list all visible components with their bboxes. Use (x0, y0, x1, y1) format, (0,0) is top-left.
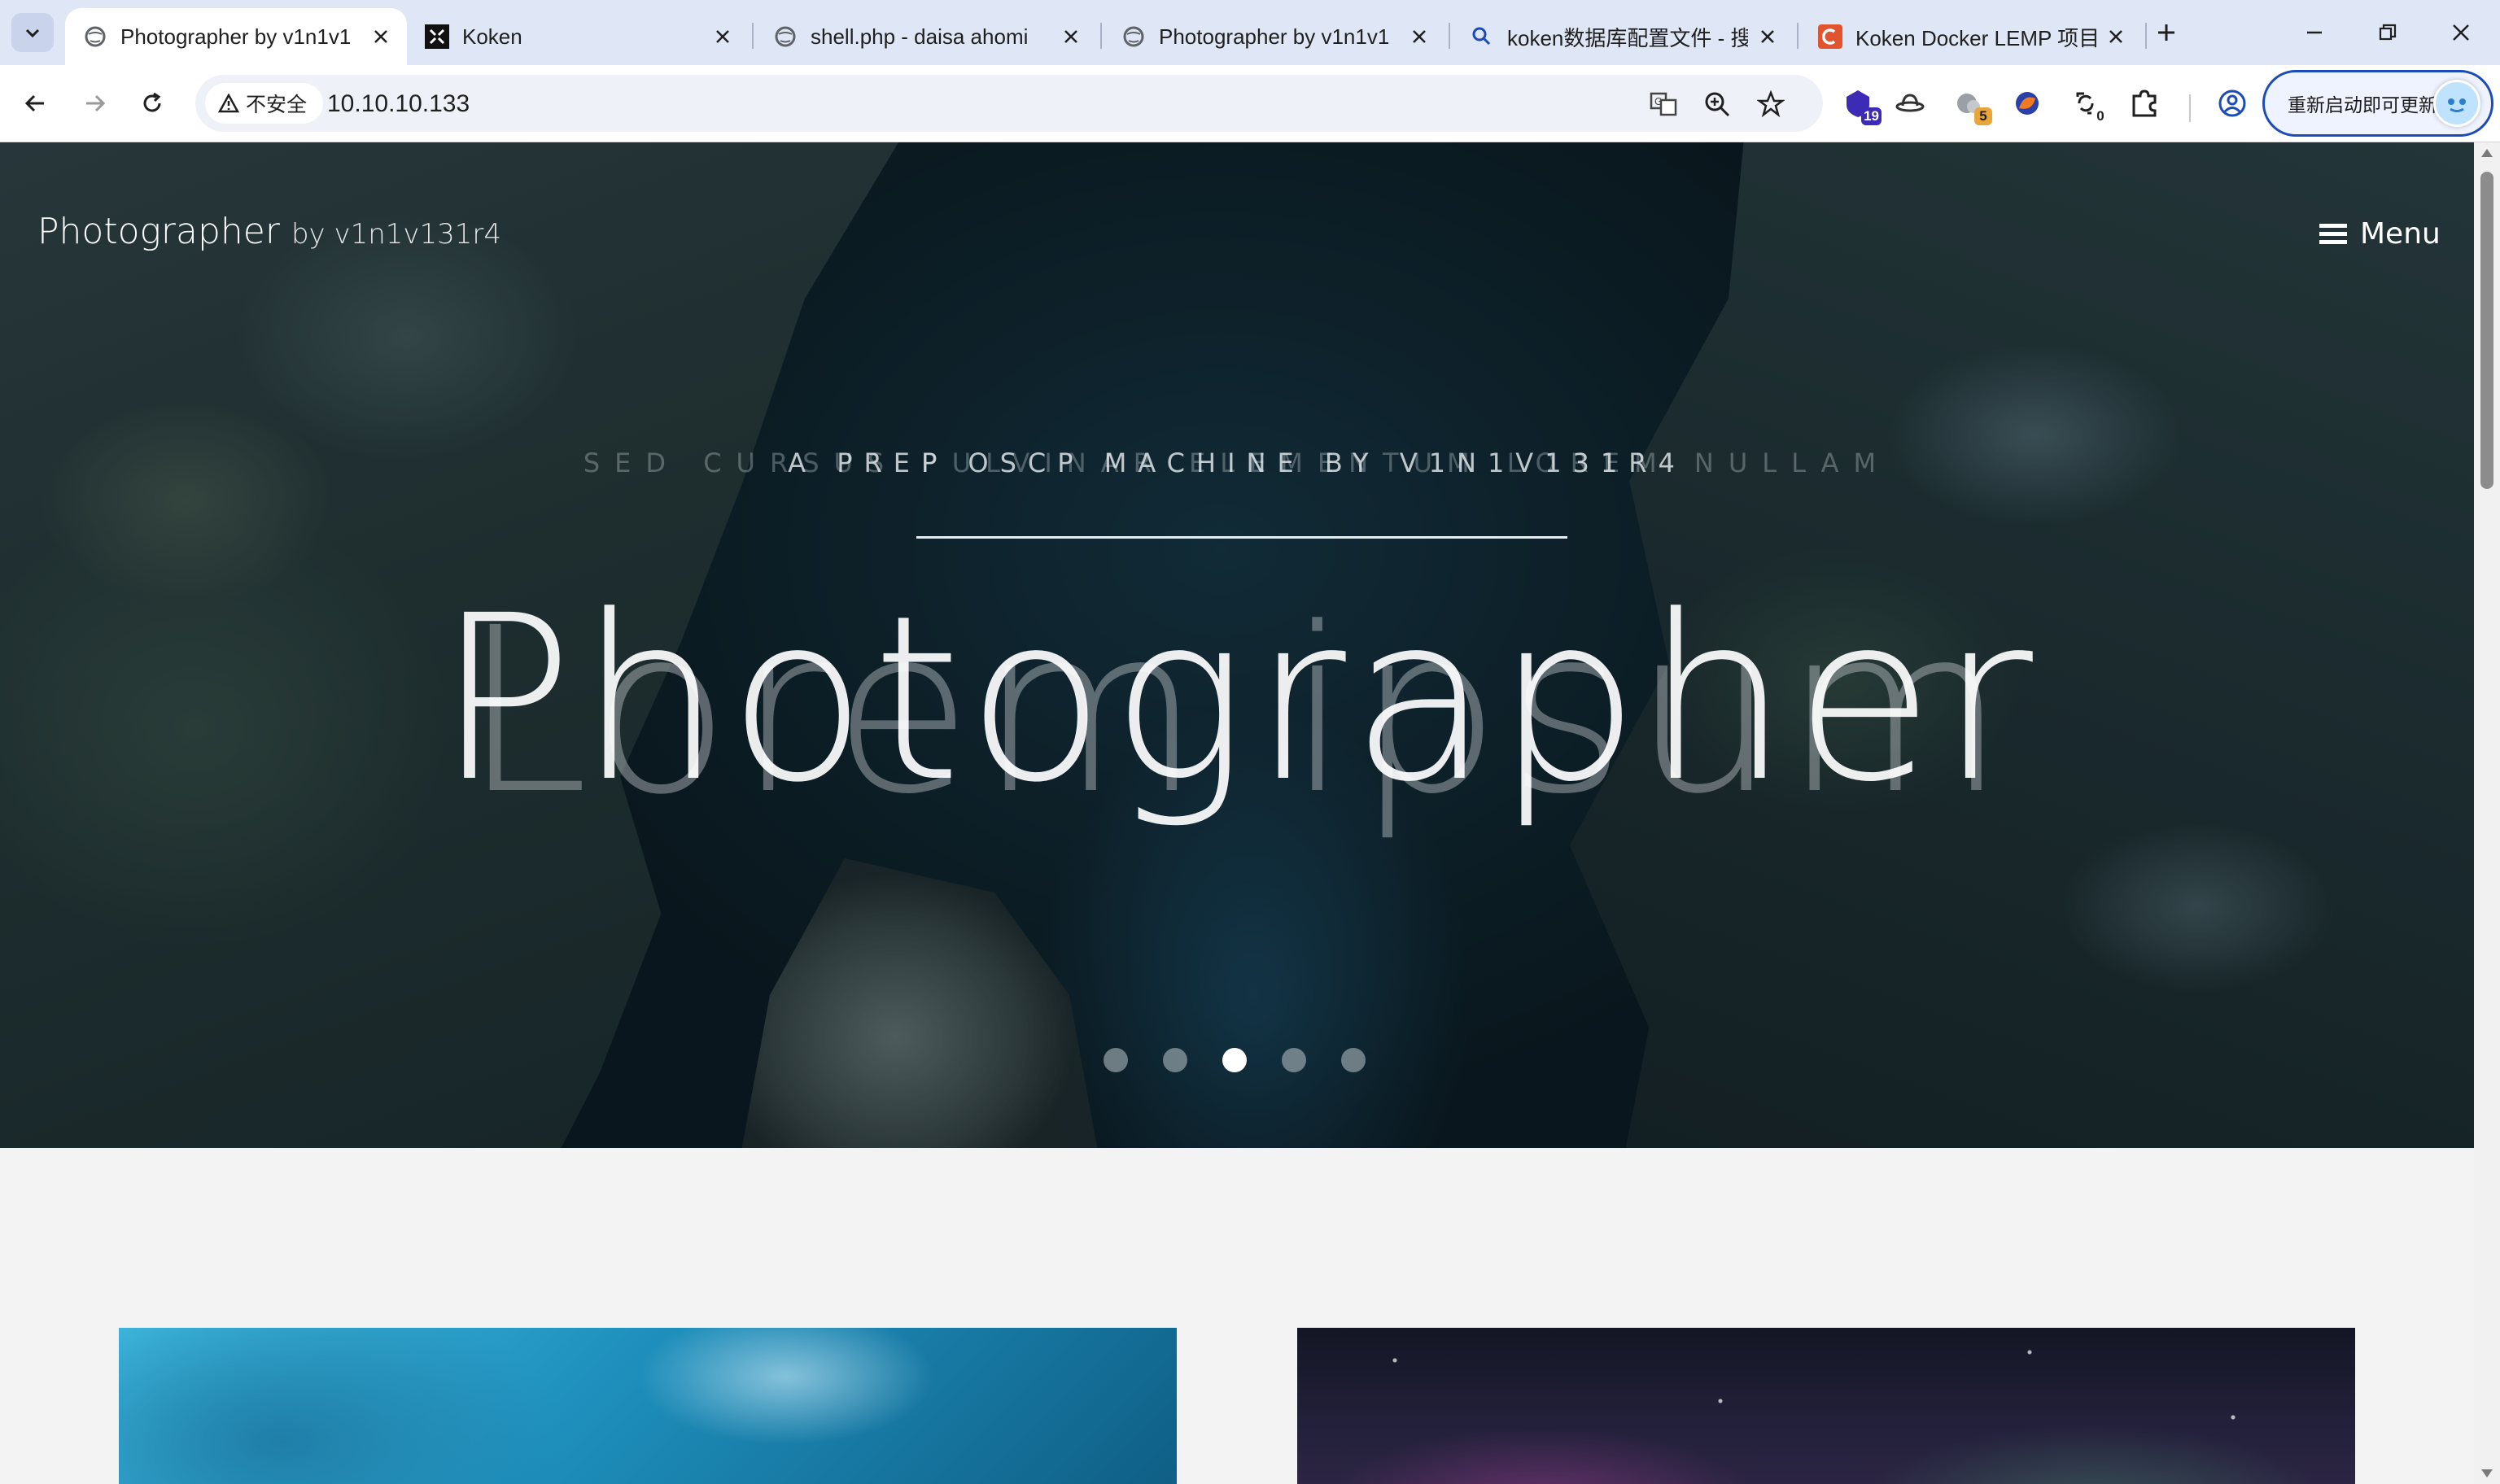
slider-dot-active[interactable] (1222, 1048, 1247, 1072)
close-icon[interactable] (369, 25, 392, 48)
tab-title: Koken Docker LEMP 项目 (1855, 25, 2096, 50)
extension-badge: 0 (2091, 107, 2109, 125)
scroll-down-arrow-icon[interactable] (2481, 1469, 2493, 1477)
hero-slider: Photographer by v1n1v131r4 Menu SED CURS… (0, 142, 2474, 1148)
zoom-icon[interactable] (1702, 89, 1732, 119)
scroll-up-arrow-icon[interactable] (2481, 149, 2493, 157)
hamburger-icon (2319, 222, 2347, 247)
hero-divider (916, 536, 1567, 539)
tab-photographer-active[interactable]: Photographer by v1n1v1 (65, 8, 407, 65)
address-bar[interactable]: 不安全 10.10.10.133 G (195, 75, 1823, 132)
bookmark-star-icon[interactable] (1756, 89, 1785, 119)
site-author: by v1n1v131r4 (291, 218, 502, 251)
globe-icon (83, 24, 107, 49)
restore-icon (2379, 24, 2397, 41)
tab-title: shell.php - daisa ahomi (811, 24, 1029, 49)
close-icon[interactable] (1408, 25, 1431, 48)
slider-dot[interactable] (1104, 1048, 1128, 1072)
tab-title: koken数据库配置文件 - 搜 (1507, 25, 1748, 50)
scroll-thumb[interactable] (2480, 172, 2493, 489)
menu-label: Menu (2360, 217, 2441, 251)
site-title-link[interactable]: Photographer by v1n1v131r4 (37, 211, 501, 252)
tab-separator (1100, 23, 1102, 49)
hat-extension-icon[interactable] (1891, 85, 1929, 122)
gallery-image-aurora[interactable] (1297, 1328, 2355, 1484)
slider-pagination (1104, 1048, 1401, 1072)
tab-photographer[interactable]: Photographer by v1n1v1 (1104, 8, 1445, 65)
tab-separator (1449, 23, 1450, 49)
forward-arrow-icon (86, 94, 106, 112)
tab-separator (752, 23, 754, 49)
url-text[interactable]: 10.10.10.133 (327, 90, 470, 118)
c-logo-icon (1818, 24, 1842, 49)
reload-button[interactable] (132, 83, 173, 124)
profile-icon[interactable] (2214, 85, 2251, 122)
puzzle-extensions-icon[interactable] (2126, 85, 2163, 122)
browser-toolbar: 不安全 10.10.10.133 G 19 5 0 重新启动即可更新 (0, 65, 2500, 142)
gallery-image-ice[interactable] (119, 1328, 1177, 1484)
sync-extension-icon[interactable]: 0 (2067, 85, 2109, 125)
hero-headline: Photographer (435, 567, 2038, 832)
tab-search-button[interactable] (11, 13, 54, 52)
translate-icon[interactable]: G (1649, 89, 1678, 119)
tab-shell[interactable]: shell.php - daisa ahomi (755, 8, 1097, 65)
close-icon[interactable] (1060, 25, 1082, 48)
tab-strip: Photographer by v1n1v1 Koken shell.php -… (0, 0, 2500, 65)
tab-separator (2145, 23, 2147, 49)
tab-koken[interactable]: Koken (407, 8, 749, 65)
globe-icon (773, 24, 798, 49)
koken-icon (425, 24, 449, 49)
slider-dot[interactable] (1282, 1048, 1306, 1072)
site-title: Photographer (37, 211, 280, 252)
hero-kicker: A PREP OSCP MACHINE BY V1N1V131R4 (788, 447, 1686, 478)
slider-dot[interactable] (1163, 1048, 1187, 1072)
back-arrow-icon (24, 94, 44, 112)
minimize-icon (2307, 31, 2322, 34)
cloud-extension-icon[interactable]: 5 (1950, 85, 1992, 125)
toolbar-divider (2189, 94, 2191, 122)
menu-button[interactable]: Menu (2319, 217, 2441, 251)
close-icon[interactable] (711, 25, 734, 48)
svg-text:G: G (1654, 96, 1662, 107)
close-icon (2453, 24, 2469, 41)
extension-badge: 5 (1974, 107, 1992, 125)
plus-icon (2158, 24, 2174, 41)
security-label: 不安全 (246, 94, 308, 116)
close-window-button[interactable] (2424, 8, 2498, 57)
security-chip[interactable]: 不安全 (205, 83, 324, 124)
tab-koken-docker[interactable]: Koken Docker LEMP 项目 (1800, 8, 2142, 65)
fox-extension-icon[interactable] (2008, 85, 2046, 122)
restore-button[interactable] (2350, 8, 2425, 57)
update-label: 重新启动即可更新 (2288, 94, 2437, 116)
page-scrollbar[interactable] (2474, 142, 2500, 1484)
close-icon[interactable] (2104, 25, 2127, 48)
tab-title: Photographer by v1n1v1 (1159, 24, 1390, 49)
shield-extension-icon[interactable]: 19 (1839, 85, 1882, 125)
back-button[interactable] (15, 83, 55, 124)
new-tab-button[interactable] (2148, 15, 2184, 50)
warning-icon (218, 94, 239, 113)
reload-icon (143, 92, 161, 112)
tab-search-koken[interactable]: koken数据库配置文件 - 搜 (1452, 8, 1794, 65)
extension-badge: 19 (1861, 107, 1882, 125)
tab-title: Koken (462, 24, 522, 49)
tab-title: Photographer by v1n1v1 (120, 24, 352, 49)
close-icon[interactable] (1756, 25, 1779, 48)
chevron-down-icon (25, 28, 40, 38)
assistant-bot-icon[interactable] (2433, 80, 2480, 127)
tab-separator (1797, 23, 1799, 49)
forward-button[interactable] (75, 83, 116, 124)
minimize-button[interactable] (2277, 8, 2352, 57)
search-icon (1470, 24, 1494, 49)
globe-icon (1121, 24, 1146, 49)
slider-dot[interactable] (1341, 1048, 1366, 1072)
